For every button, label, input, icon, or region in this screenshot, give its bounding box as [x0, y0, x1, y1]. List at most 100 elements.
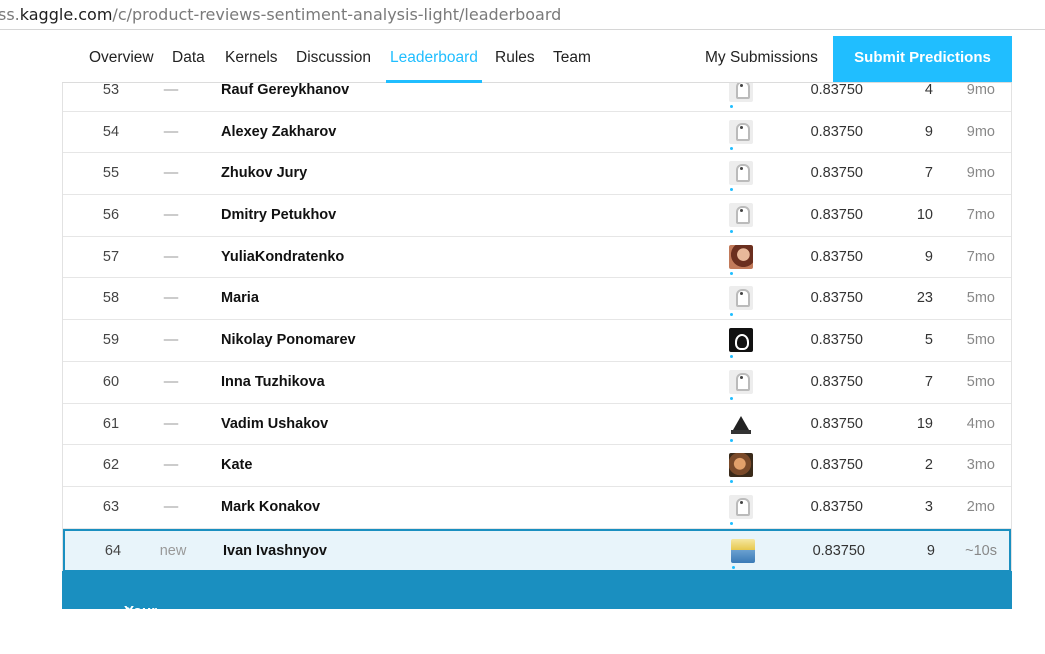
entries-cell: 5	[924, 332, 933, 349]
rank-cell: 60	[102, 373, 120, 390]
team-name-link[interactable]: Dmitry Petukhov	[221, 195, 336, 235]
rank-cell: 59	[102, 332, 120, 349]
tab-rules[interactable]: Rules	[495, 36, 535, 82]
table-row[interactable]: 57 — YuliaKondratenko 0.83750 9 7mo	[63, 236, 1011, 279]
last-submission-cell: 7mo	[966, 248, 995, 265]
table-row[interactable]: 63 — Mark Konakov 0.83750 3 2mo	[63, 486, 1011, 529]
tier-dot-icon	[730, 480, 733, 484]
tier-dot-icon	[730, 105, 733, 108]
entries-cell: 7	[924, 373, 933, 390]
tier-dot-icon	[732, 565, 735, 569]
table-row[interactable]: 61 — Vadim Ushakov 0.83750 19 4mo	[63, 403, 1011, 446]
team-name-link[interactable]: Ivan Ivashnyov	[223, 531, 327, 572]
rank-change-cell: new	[159, 542, 187, 559]
team-member-avatar[interactable]	[729, 244, 755, 275]
table-row[interactable]: 59 — Nikolay Ponomarev 0.83750 5 5mo	[63, 320, 1011, 362]
team-member-avatar[interactable]	[729, 328, 755, 359]
rank-change-cell: —	[163, 332, 179, 349]
my-submissions-link[interactable]: My Submissions	[705, 36, 818, 82]
last-submission-cell: 2mo	[966, 498, 995, 515]
competition-nav: Overview Data Kernels Discussion Leaderb…	[62, 36, 1012, 83]
avatar-icon	[729, 161, 753, 186]
avatar-icon	[731, 538, 755, 563]
avatar-icon	[729, 453, 753, 478]
avatar-icon	[729, 494, 753, 519]
rank-change-cell: —	[163, 498, 179, 515]
team-name-link[interactable]: Mark Konakov	[221, 487, 320, 527]
team-name-link[interactable]: Vadim Ushakov	[221, 404, 328, 444]
entries-cell: 9	[926, 542, 935, 559]
table-row[interactable]: 58 — Maria 0.83750 23 5mo	[63, 278, 1011, 321]
rank-cell: 56	[102, 207, 120, 224]
tab-discussion[interactable]: Discussion	[296, 36, 371, 82]
tab-leaderboard[interactable]: Leaderboard	[386, 36, 482, 83]
last-submission-cell: 9mo	[966, 165, 995, 182]
team-name-link[interactable]: Inna Tuzhikova	[221, 362, 325, 402]
team-member-avatar[interactable]	[729, 286, 755, 317]
last-submission-cell: 5mo	[966, 373, 995, 390]
leaderboard-table: 53— Rauf Gereykhanov 0.83750 4 9mo 54— Alexey …	[63, 70, 1011, 572]
entries-cell: 3	[924, 498, 933, 515]
entries-cell: 10	[916, 207, 933, 224]
team-name-link[interactable]: Maria	[221, 278, 259, 318]
last-submission-cell: 3mo	[966, 457, 995, 474]
tier-dot-icon	[730, 271, 733, 275]
score-cell: 0.83750	[810, 332, 863, 349]
avatar-icon	[729, 411, 753, 436]
tab-data[interactable]: Data	[172, 36, 205, 82]
team-name-link[interactable]: Alexey Zakharov	[221, 112, 336, 152]
browser-url-bar[interactable]: ss.kaggle.com/c/product-reviews-sentimen…	[0, 0, 1045, 30]
team-member-avatar[interactable]	[729, 453, 755, 484]
rank-change-cell: —	[163, 207, 179, 224]
rank-cell: 58	[102, 290, 120, 307]
your-best-entry-banner: Your Best Entry 🡑	[62, 571, 1012, 654]
team-member-avatar[interactable]	[729, 369, 755, 400]
rank-cell: 54	[102, 123, 120, 140]
rank-cell: 55	[102, 165, 120, 182]
avatar-icon	[729, 286, 753, 311]
entries-cell: 9	[924, 248, 933, 265]
team-member-avatar[interactable]	[729, 119, 755, 150]
team-name-link[interactable]: YuliaKondratenko	[221, 237, 344, 277]
rank-change-cell: —	[163, 248, 179, 265]
tab-team[interactable]: Team	[553, 36, 591, 82]
entries-cell: 2	[924, 457, 933, 474]
table-row[interactable]: 62 — Kate 0.83750 2 3mo	[63, 445, 1011, 487]
submit-predictions-button[interactable]: Submit Predictions	[833, 36, 1012, 82]
team-name-link[interactable]: Nikolay Ponomarev	[221, 320, 356, 360]
rank-change-cell: —	[163, 373, 179, 390]
score-cell: 0.83750	[810, 248, 863, 265]
tier-dot-icon	[730, 230, 733, 234]
score-cell: 0.83750	[812, 542, 865, 559]
table-row[interactable]: 54 — Alexey Zakharov 0.83750 9 9mo	[63, 111, 1011, 154]
url-text[interactable]: ss.kaggle.com/c/product-reviews-sentimen…	[0, 6, 561, 24]
entries-cell: 23	[916, 290, 933, 307]
table-row[interactable]: 60 — Inna Tuzhikova 0.83750 7 5mo	[63, 361, 1011, 404]
last-submission-cell: 5mo	[966, 290, 995, 307]
avatar-icon	[729, 328, 753, 353]
your-team-row[interactable]: 64 new Ivan Ivashnyov 0.83750 9 ~10s	[63, 528, 1011, 572]
rank-change-cell: —	[163, 165, 179, 182]
score-cell: 0.83750	[810, 457, 863, 474]
tab-overview[interactable]: Overview	[89, 36, 154, 82]
team-member-avatar[interactable]	[731, 538, 757, 569]
tier-dot-icon	[730, 521, 733, 525]
team-member-avatar[interactable]	[729, 411, 755, 442]
team-member-avatar[interactable]	[729, 494, 755, 525]
rank-cell: 63	[102, 498, 120, 515]
last-submission-cell: 5mo	[966, 332, 995, 349]
arrow-up-icon: 🡑	[124, 605, 132, 622]
score-cell: 0.83750	[810, 207, 863, 224]
team-member-avatar[interactable]	[729, 203, 755, 234]
team-name-link[interactable]: Zhukov Jury	[221, 153, 307, 193]
team-member-avatar[interactable]	[729, 161, 755, 192]
score-cell: 0.83750	[810, 373, 863, 390]
avatar-icon	[729, 119, 753, 144]
rank-change-cell: —	[163, 415, 179, 432]
table-row[interactable]: 55 — Zhukov Jury 0.83750 7 9mo	[63, 153, 1011, 196]
tab-kernels[interactable]: Kernels	[225, 36, 278, 82]
avatar-icon	[729, 244, 753, 269]
table-row[interactable]: 56 — Dmitry Petukhov 0.83750 10 7mo	[63, 195, 1011, 237]
rank-cell: 64	[104, 542, 122, 559]
team-name-link[interactable]: Kate	[221, 445, 252, 485]
